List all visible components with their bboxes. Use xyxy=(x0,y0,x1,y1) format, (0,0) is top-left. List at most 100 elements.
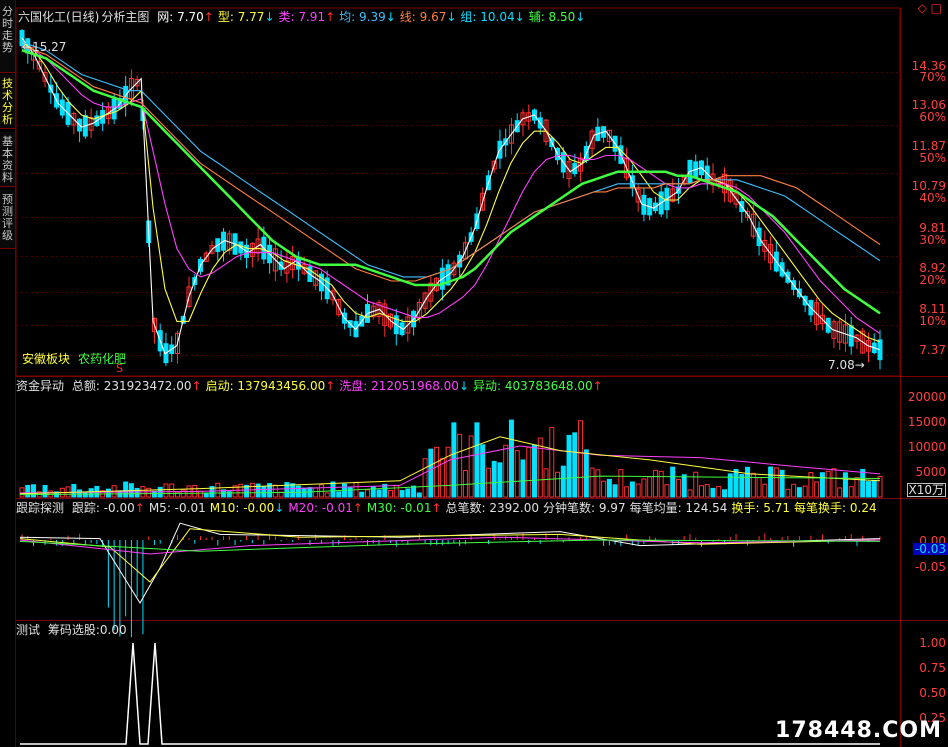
volume-bar xyxy=(347,487,353,498)
test-header: 测试 筹码选股:0.00 xyxy=(16,622,131,638)
volume-bar xyxy=(814,481,820,498)
fund-items: 总额: 231923472.00↑ 启动: 137943456.00↑ 洗盘: 21… xyxy=(72,379,607,393)
down-arrow-icon: ↓ xyxy=(458,379,469,393)
volume-bar xyxy=(31,484,37,498)
volume-bar xyxy=(497,462,503,498)
volume-bar xyxy=(88,488,94,498)
test-signal-path xyxy=(20,642,880,745)
up-arrow-icon: ↑ xyxy=(352,501,363,515)
track-title[interactable]: 跟踪探测 xyxy=(16,501,64,515)
volume-bar xyxy=(877,476,883,498)
volume-bar xyxy=(462,469,468,498)
price-tick: 7.37 xyxy=(919,343,946,357)
chart-subtitle: 分析主图 xyxy=(101,10,150,24)
stock-title[interactable]: 六国化工(日线) xyxy=(18,10,99,24)
ma-line xyxy=(21,45,881,282)
fund-tick: 20000 xyxy=(907,390,946,404)
volume-bar xyxy=(583,449,589,498)
volume-bar xyxy=(733,469,739,498)
volume-bar xyxy=(773,467,779,498)
test-signal-line xyxy=(20,642,880,745)
test-tick: 1.00 xyxy=(919,636,946,650)
high-price-mark: ←15.27 xyxy=(22,40,67,54)
volume-bar xyxy=(606,478,612,498)
fund-tick: 10000 xyxy=(907,440,946,454)
volume-bar xyxy=(215,482,221,498)
volume-bar xyxy=(474,422,480,498)
volume-bar xyxy=(647,476,653,498)
top-right-buttons[interactable]: ◇ □ xyxy=(918,1,942,15)
fund-item: 洗盘: 212051968.00 xyxy=(339,379,459,393)
volume-bar xyxy=(854,477,860,498)
volume-bar xyxy=(198,490,204,498)
fund-item: 启动: 137943456.00 xyxy=(205,379,326,393)
stock-chart-canvas[interactable] xyxy=(0,0,948,747)
volume-bar xyxy=(785,488,791,498)
volume-bar xyxy=(698,485,704,498)
volume-bar xyxy=(71,483,77,498)
volume-bar xyxy=(601,480,607,498)
volume-bar xyxy=(848,486,854,498)
volume-bar xyxy=(526,446,532,498)
track-lines xyxy=(19,522,881,604)
volume-bar xyxy=(612,484,618,498)
volume-bar xyxy=(313,487,319,498)
track-item: 总笔数: 2392.00 xyxy=(445,501,539,515)
volume-bar xyxy=(163,483,169,498)
main-indicator-item: 辅: 8.50 xyxy=(528,10,576,24)
up-arrow-icon: ↑ xyxy=(134,501,145,515)
up-arrow-icon: ↑ xyxy=(325,10,336,24)
pct-tick: 50% xyxy=(919,151,946,165)
volume-bar xyxy=(710,487,716,498)
volume-bar xyxy=(411,485,417,498)
up-arrow-icon: ↑ xyxy=(592,379,603,393)
volume-bar xyxy=(434,446,440,498)
down-arrow-icon: ↓ xyxy=(385,10,396,24)
volume-bar xyxy=(543,468,549,498)
volume-bar xyxy=(756,477,762,498)
volume-bar xyxy=(491,460,497,498)
volume-bar xyxy=(261,486,267,498)
volume-bar xyxy=(831,468,837,498)
volume-bar xyxy=(750,472,756,498)
volume-bar xyxy=(618,469,624,498)
ma-line xyxy=(21,37,881,355)
volume-bar xyxy=(42,485,48,498)
main-indicator-item: 组: 10.04 xyxy=(460,10,515,24)
volume-bar xyxy=(105,488,111,498)
volume-bar xyxy=(865,481,871,498)
volume-bar xyxy=(802,485,808,498)
volume-bar xyxy=(566,434,572,498)
main-indicator-item: 均: 9.39 xyxy=(339,10,386,24)
volume-bar xyxy=(272,484,278,498)
volume-bar xyxy=(779,469,785,498)
volume-bar xyxy=(860,468,866,498)
volume-bar xyxy=(549,427,555,498)
main-indicator-item: 型: 7.77 xyxy=(217,10,265,24)
volume-bar xyxy=(393,484,399,498)
volume-bar xyxy=(796,487,802,498)
track-item: M5: -0.01 xyxy=(148,501,206,515)
volume-bar xyxy=(531,444,537,498)
volume-bar xyxy=(560,465,566,498)
fund-title[interactable]: 资金异动 xyxy=(16,379,64,393)
up-arrow-icon: ↑ xyxy=(203,10,214,24)
volume-bar xyxy=(359,491,365,498)
volume-bar xyxy=(658,470,664,498)
test-title[interactable]: 测试 xyxy=(16,623,40,637)
sector-label[interactable]: 安徽板块 xyxy=(22,350,70,367)
volume-bar xyxy=(468,435,474,498)
volume-bar xyxy=(365,489,371,498)
main-header: 六国化工(日线) 分析主图 网: 7.70↑ 型: 7.77↓ 类: 7.91↑ 均: … xyxy=(18,9,593,25)
volume-bar xyxy=(842,472,848,498)
volume-bar xyxy=(589,467,595,498)
track-item: M30: -0.01 xyxy=(366,501,432,515)
down-arrow-icon: ↓ xyxy=(514,10,525,24)
volume-bar xyxy=(330,481,336,498)
volume-bar xyxy=(169,483,175,498)
fund-item: 总额: 231923472.00 xyxy=(71,379,192,393)
volume-bar xyxy=(399,490,405,498)
volume-bar xyxy=(405,488,411,498)
test-tick: 0.50 xyxy=(919,686,946,700)
track-header: 跟踪探测 跟踪: -0.00↑ M5: -0.01 M10: -0.00↓ M20: … xyxy=(16,500,885,516)
